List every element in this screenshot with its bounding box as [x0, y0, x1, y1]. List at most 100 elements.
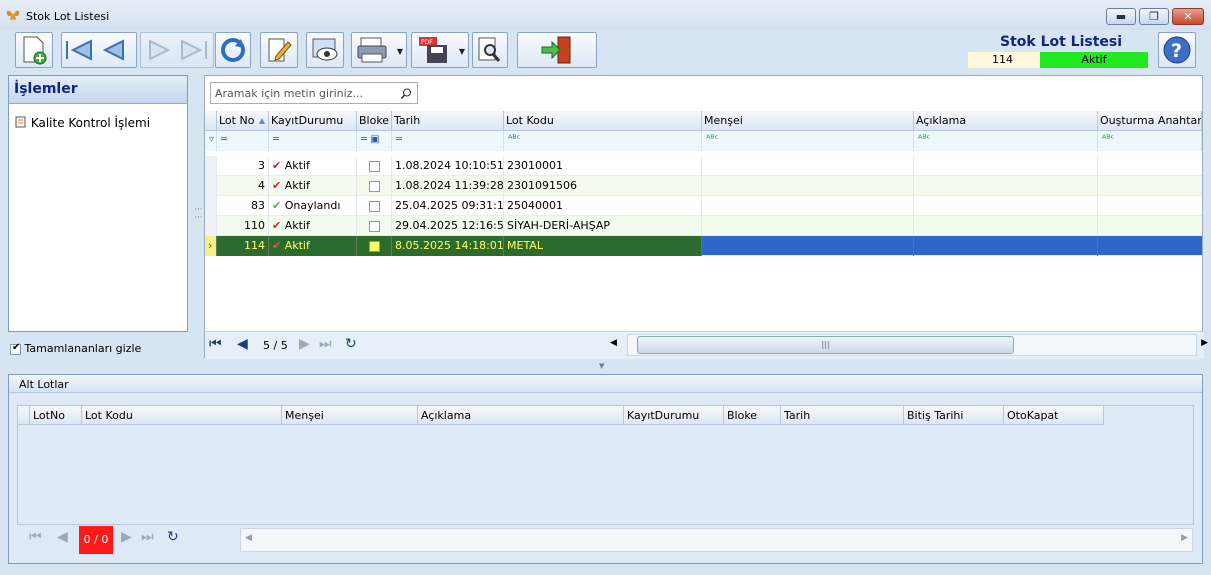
sub-column-date[interactable]: Tarih	[781, 406, 904, 425]
column-header-key[interactable]: Ouşturma Anahtarı	[1098, 111, 1202, 131]
cell-bloke[interactable]	[357, 196, 392, 216]
prev-page-icon[interactable]: ◀	[57, 529, 68, 545]
filter-date[interactable]: ═	[392, 131, 504, 151]
column-header-origin[interactable]: Menşei	[702, 111, 914, 131]
edit-button[interactable]	[260, 32, 298, 68]
cell-date: 1.08.2024 11:39:28	[392, 176, 504, 196]
next-page-icon[interactable]: ▶	[121, 529, 132, 545]
scroll-left-icon[interactable]: ◀	[610, 338, 617, 348]
sort-asc-icon: ▲	[258, 116, 265, 125]
new-document-icon	[23, 36, 47, 65]
next-page-icon[interactable]: ▶	[299, 336, 310, 352]
column-header-status[interactable]: KayıtDurumu	[269, 111, 357, 131]
hide-completed-toggle[interactable]: ✔ Tamamlananları gizle	[10, 342, 141, 355]
lot-grid: Aramak için metin giriniz... Lot No ▲ Kay…	[204, 75, 1208, 359]
filter-icon[interactable]: ▿	[205, 131, 217, 151]
table-row[interactable]: 110 ✔ Aktif 29.04.2025 12:16:59 SİYAH-DE…	[205, 216, 1202, 236]
sub-horizontal-scrollbar[interactable]: ◀ ▶	[240, 528, 1193, 552]
sub-column-lot-no[interactable]: LotNo	[30, 406, 82, 425]
refresh-button[interactable]	[215, 32, 251, 68]
filter-description[interactable]: ᴬᴮᶜ	[914, 131, 1098, 151]
title-bar: Stok Lot Listesi ▬ ❐ ✕	[0, 0, 1211, 30]
view-button[interactable]	[306, 32, 344, 68]
table-row[interactable]: 3 ✔ Aktif 1.08.2024 10:10:51 23010001	[205, 156, 1202, 176]
cell-lot-no: 110	[217, 216, 269, 236]
bloke-checkbox[interactable]	[368, 220, 380, 232]
cell-bloke[interactable]	[357, 216, 392, 236]
sub-column-description[interactable]: Açıklama	[418, 406, 624, 425]
scroll-thumb[interactable]: |||	[637, 336, 1014, 354]
page-indicator: 5 / 5	[263, 339, 288, 352]
row-indicator	[205, 216, 217, 236]
sub-column-bloke[interactable]: Bloke	[724, 406, 781, 425]
cell-bloke[interactable]	[357, 156, 392, 176]
column-header-bloke[interactable]: Bloke	[357, 111, 392, 131]
prev-page-icon[interactable]: ◀	[237, 336, 248, 352]
last-page-icon[interactable]: ⏭	[319, 336, 332, 352]
row-indicator	[205, 176, 217, 196]
column-header-lot-no[interactable]: Lot No ▲	[217, 111, 269, 131]
svg-text:PDF: PDF	[421, 39, 433, 46]
splitter-handle[interactable]: ⋮⋮	[194, 205, 203, 221]
table-row-selected[interactable]: › 114 ✔ Aktif 8.05.2025 14:18:01 METAL	[205, 236, 1202, 256]
cell-bloke[interactable]	[357, 236, 392, 256]
column-header-date[interactable]: Tarih	[392, 111, 504, 131]
sub-column-auto-close[interactable]: OtoKapat	[1004, 406, 1104, 425]
splitter-arrow-icon[interactable]: ▼	[599, 362, 604, 370]
sub-column-origin[interactable]: Menşei	[282, 406, 418, 425]
row-indicator	[205, 196, 217, 216]
cell-origin	[702, 236, 914, 256]
maximize-button[interactable]: ❐	[1139, 8, 1169, 25]
sub-column-end-date[interactable]: Bitiş Tarihi	[904, 406, 1004, 425]
magnifier-icon	[478, 37, 501, 62]
cell-date: 1.08.2024 10:10:51	[392, 156, 504, 176]
filter-key[interactable]: ᴬᴮᶜ	[1098, 131, 1202, 151]
cell-description	[914, 196, 1098, 216]
exit-button[interactable]	[517, 32, 597, 68]
first-page-icon[interactable]: ⏮	[209, 336, 222, 352]
search-input[interactable]: Aramak için metin giriniz...	[210, 82, 418, 104]
bloke-checkbox[interactable]	[368, 180, 380, 192]
column-header-description[interactable]: Açıklama	[914, 111, 1098, 131]
sub-column-status[interactable]: KayıtDurumu	[624, 406, 724, 425]
column-header-lot-code[interactable]: Lot Kodu	[504, 111, 702, 131]
next-last-group[interactable]	[140, 32, 214, 68]
export-pdf-button[interactable]: PDF ▼	[411, 32, 469, 68]
help-button[interactable]: ?	[1158, 32, 1196, 68]
hide-completed-checkbox[interactable]: ✔	[10, 342, 21, 355]
cell-lot-code: 2301091506	[504, 176, 702, 196]
sub-column-lot-code[interactable]: Lot Kodu	[82, 406, 282, 425]
cell-origin	[702, 156, 914, 176]
chevron-down-icon: ▼	[458, 47, 465, 56]
cell-status: ✔ Onaylandı	[269, 196, 357, 216]
cell-date: 29.04.2025 12:16:59	[392, 216, 504, 236]
filter-bloke[interactable]: ═ ▣	[357, 131, 392, 151]
filter-status[interactable]: ═	[269, 131, 357, 151]
scroll-left-icon[interactable]: ◀	[245, 533, 252, 543]
close-button[interactable]: ✕	[1172, 8, 1204, 25]
bloke-checkbox[interactable]	[368, 200, 380, 212]
first-prev-group[interactable]	[61, 32, 137, 68]
table-row[interactable]: 83 ✔ Onaylandı 25.04.2025 09:31:13 25040…	[205, 196, 1202, 216]
bloke-checkbox[interactable]	[368, 160, 380, 172]
print-button[interactable]: ▼	[351, 32, 407, 68]
minimize-button[interactable]: ▬	[1106, 8, 1136, 25]
table-row[interactable]: 4 ✔ Aktif 1.08.2024 11:39:28 2301091506	[205, 176, 1202, 196]
quality-control-item[interactable]: Kalite Kontrol İşlemi	[15, 116, 150, 130]
bloke-checkbox[interactable]	[368, 240, 380, 252]
check-red-icon: ✔	[272, 219, 282, 232]
refresh-page-icon[interactable]: ↻	[345, 336, 357, 352]
new-button[interactable]	[15, 32, 53, 68]
filter-lot-code[interactable]: ᴬᴮᶜ	[504, 131, 702, 151]
horizontal-scrollbar[interactable]: ◀ ||| ▶	[610, 334, 1208, 356]
filter-origin[interactable]: ᴬᴮᶜ	[702, 131, 914, 151]
scroll-right-icon[interactable]: ▶	[1181, 533, 1188, 543]
last-page-icon[interactable]: ⏭	[141, 529, 154, 545]
first-page-icon[interactable]: ⏮	[29, 529, 42, 545]
cell-bloke[interactable]	[357, 176, 392, 196]
scroll-right-icon[interactable]: ▶	[1201, 338, 1208, 348]
filter-lot-no[interactable]: ═	[217, 131, 269, 151]
search-tool-button[interactable]	[472, 32, 508, 68]
refresh-page-icon[interactable]: ↻	[167, 529, 179, 545]
grid-body: 3 ✔ Aktif 1.08.2024 10:10:51 23010001 4 …	[205, 154, 1202, 334]
